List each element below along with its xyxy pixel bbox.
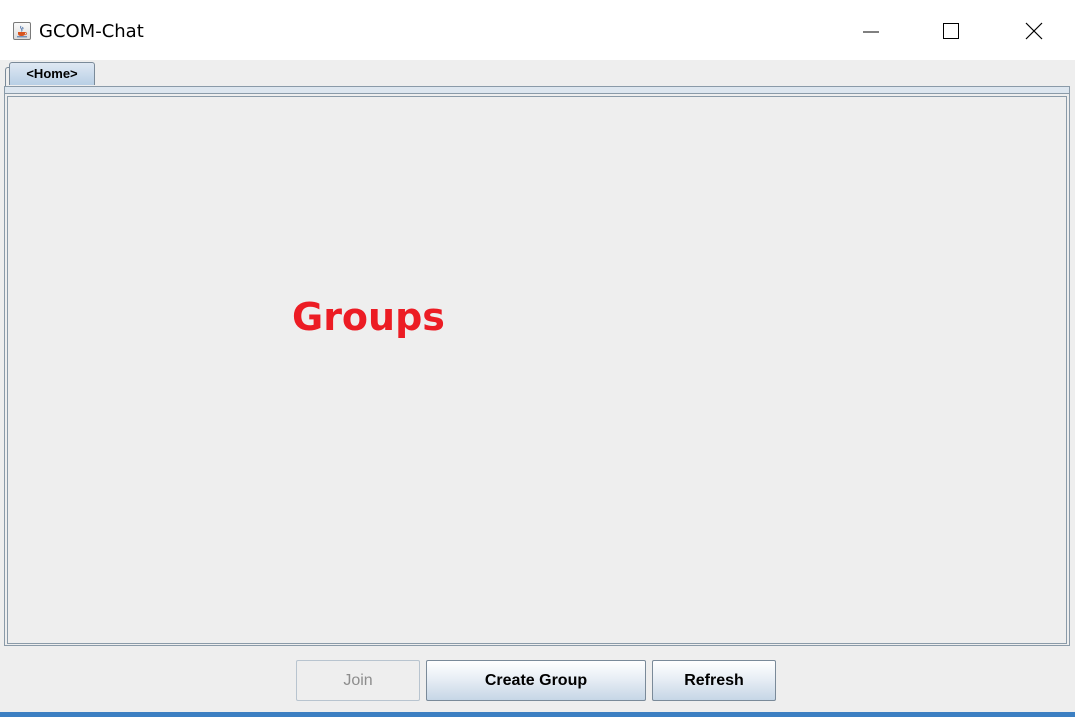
close-icon xyxy=(1025,22,1043,40)
tab-content-panel: Groups xyxy=(4,86,1070,646)
tab-content-band xyxy=(5,87,1069,94)
window-bottom-border xyxy=(0,712,1075,717)
app-window: GCOM-Chat <Home> Groups Join Create Grou… xyxy=(0,0,1075,717)
title-bar[interactable]: GCOM-Chat xyxy=(0,0,1075,60)
tab-home[interactable]: <Home> xyxy=(9,62,95,85)
groups-heading: Groups xyxy=(292,295,445,339)
groups-panel: Groups xyxy=(7,96,1067,644)
window-title: GCOM-Chat xyxy=(39,21,144,42)
join-button[interactable]: Join xyxy=(296,660,420,701)
minimize-button[interactable] xyxy=(848,0,894,60)
create-group-button[interactable]: Create Group xyxy=(426,660,646,701)
refresh-button[interactable]: Refresh xyxy=(652,660,776,701)
close-button[interactable] xyxy=(1011,0,1057,60)
minimize-icon xyxy=(863,31,879,33)
java-cup-icon[interactable] xyxy=(13,22,31,40)
maximize-button[interactable] xyxy=(928,0,974,60)
maximize-icon xyxy=(943,23,959,39)
tab-strip: <Home> xyxy=(0,60,1075,88)
button-bar: Join Create Group Refresh xyxy=(0,648,1075,712)
